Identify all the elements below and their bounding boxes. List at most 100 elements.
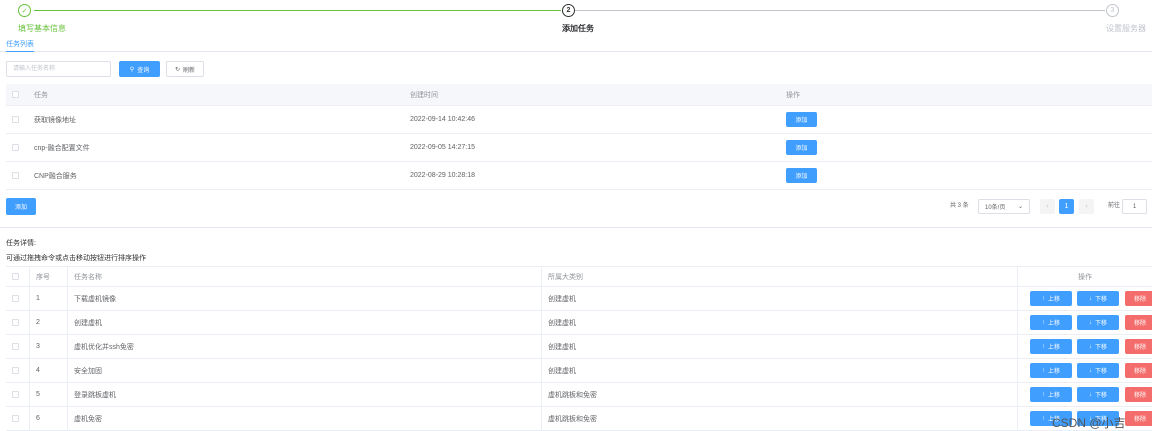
arrow-up-icon: ↑	[1041, 319, 1045, 326]
add-task-button[interactable]: 添加	[786, 112, 817, 127]
query-button[interactable]: ⚲ 查询	[119, 61, 160, 77]
move-down-button[interactable]: ↓ 下移	[1077, 363, 1119, 378]
move-down-label: 下移	[1094, 321, 1107, 327]
arrow-down-icon: ↓	[1088, 391, 1092, 398]
check-icon: ✓	[18, 4, 31, 17]
step-title: 添加任务	[562, 24, 594, 33]
row-checkbox[interactable]	[12, 295, 19, 302]
task-time: 2022-08-29 10:28:18	[410, 172, 475, 179]
row-checkbox[interactable]	[12, 415, 19, 422]
task-table: 任务 创建时间 操作 获取镜像地址 2022-09-14 10:42:46 添加…	[6, 84, 1152, 190]
task-time: 2022-09-05 14:27:15	[410, 144, 475, 151]
row-index: 4	[30, 359, 68, 382]
table-row: CNP融合服务 2022-08-29 10:28:18 添加	[6, 162, 1152, 190]
move-down-button[interactable]: ↓ 下移	[1077, 339, 1119, 354]
row-index: 2	[30, 311, 68, 334]
search-input[interactable]	[6, 61, 111, 77]
move-up-label: 上移	[1047, 297, 1060, 303]
row-checkbox[interactable]	[12, 144, 19, 151]
row-group: 虚机跳板和免密	[542, 383, 1018, 406]
task-name: cnp-融合配置文件	[34, 144, 90, 152]
row-group: 创建虚机	[542, 287, 1018, 310]
refresh-icon: ↻	[174, 66, 180, 73]
move-up-button[interactable]: ↑ 上移	[1030, 363, 1072, 378]
page-size-value: 10条/页	[985, 205, 1006, 211]
row-index: 3	[30, 335, 68, 358]
chevron-right-icon: ›	[1085, 203, 1088, 210]
header-name: 任务名称	[68, 267, 542, 286]
arrow-up-icon: ↑	[1041, 367, 1045, 374]
table-row[interactable]: 5 登录跳板虚机 虚机跳板和免密 ↑ 上移 ↓ 下移 移除	[6, 383, 1152, 407]
arrow-up-icon: ↑	[1041, 295, 1045, 302]
remove-button[interactable]: 移除	[1125, 291, 1152, 306]
refresh-button[interactable]: ↻ 刷新	[166, 61, 204, 77]
row-group: 创建虚机	[542, 311, 1018, 334]
table-row[interactable]: 2 创建虚机 创建虚机 ↑ 上移 ↓ 下移 移除	[6, 311, 1152, 335]
header-index: 序号	[30, 267, 68, 286]
arrow-down-icon: ↓	[1088, 367, 1092, 374]
move-down-label: 下移	[1094, 393, 1107, 399]
tab-task-list[interactable]: 任务列表	[6, 39, 34, 52]
move-down-label: 下移	[1094, 297, 1107, 303]
remove-button[interactable]: 移除	[1125, 363, 1152, 378]
row-checkbox[interactable]	[12, 319, 19, 326]
divider	[0, 227, 1152, 228]
move-up-button[interactable]: ↑ 上移	[1030, 387, 1072, 402]
add-task-button[interactable]: 添加	[786, 140, 817, 155]
move-up-label: 上移	[1047, 393, 1060, 399]
select-all-checkbox[interactable]	[12, 273, 19, 280]
search-icon: ⚲	[129, 66, 135, 73]
task-name: 获取镜像地址	[34, 116, 76, 124]
step-connector	[575, 10, 1105, 11]
row-checkbox[interactable]	[12, 391, 19, 398]
next-page-button[interactable]: ›	[1079, 199, 1094, 214]
remove-button[interactable]: 移除	[1125, 339, 1152, 354]
move-up-label: 上移	[1047, 321, 1060, 327]
move-up-button[interactable]: ↑ 上移	[1030, 339, 1072, 354]
chevron-down-icon: ⌄	[1017, 204, 1023, 210]
row-task-name: 虚机优化并ssh免密	[68, 335, 542, 358]
table-row[interactable]: 3 虚机优化并ssh免密 创建虚机 ↑ 上移 ↓ 下移 移除	[6, 335, 1152, 359]
arrow-down-icon: ↓	[1088, 319, 1092, 326]
remove-button[interactable]: 移除	[1125, 411, 1152, 426]
goto-page-input[interactable]: 1	[1122, 199, 1147, 214]
row-group: 虚机跳板和免密	[542, 407, 1018, 430]
move-down-button[interactable]: ↓ 下移	[1077, 291, 1119, 306]
table-row[interactable]: 1 下载虚机镜像 创建虚机 ↑ 上移 ↓ 下移 移除	[6, 287, 1152, 311]
header-created: 创建时间	[410, 91, 438, 99]
row-checkbox[interactable]	[12, 343, 19, 350]
move-down-label: 下移	[1094, 345, 1107, 351]
row-task-name: 安全加固	[68, 359, 542, 382]
row-task-name: 下载虚机镜像	[68, 287, 542, 310]
remove-button[interactable]: 移除	[1125, 315, 1152, 330]
add-task-button[interactable]: 添加	[786, 168, 817, 183]
chevron-left-icon: ‹	[1046, 203, 1049, 210]
page-number-button[interactable]: 1	[1059, 199, 1074, 214]
select-all-checkbox[interactable]	[12, 91, 19, 98]
details-table: 序号 任务名称 所属大类别 操作 1 下载虚机镜像 创建虚机 ↑ 上移 ↓ 下移 移…	[6, 266, 1152, 431]
row-checkbox[interactable]	[12, 367, 19, 374]
row-checkbox[interactable]	[12, 116, 19, 123]
step-connector	[34, 10, 561, 11]
table-row: cnp-融合配置文件 2022-09-05 14:27:15 添加	[6, 134, 1152, 162]
row-index: 6	[30, 407, 68, 430]
move-down-button[interactable]: ↓ 下移	[1077, 387, 1119, 402]
table-row[interactable]: 6 虚机免密 虚机跳板和免密 ↑ 上移 ↓ 下移 移除	[6, 407, 1152, 431]
move-up-button[interactable]: ↑ 上移	[1030, 291, 1072, 306]
row-checkbox[interactable]	[12, 172, 19, 179]
remove-button[interactable]: 移除	[1125, 387, 1152, 402]
task-time: 2022-09-14 10:42:46	[410, 116, 475, 123]
add-selected-button[interactable]: 添加	[6, 198, 36, 215]
row-index: 5	[30, 383, 68, 406]
arrow-down-icon: ↓	[1088, 343, 1092, 350]
prev-page-button[interactable]: ‹	[1040, 199, 1055, 214]
tabs: 任务列表	[0, 38, 1152, 52]
move-down-button[interactable]: ↓ 下移	[1077, 315, 1119, 330]
step-number-icon: 2	[562, 4, 575, 17]
page-size-select[interactable]: 10条/页 ⌄	[978, 199, 1030, 214]
move-up-button[interactable]: ↑ 上移	[1030, 315, 1072, 330]
arrow-up-icon: ↑	[1041, 415, 1045, 422]
task-name: CNP融合服务	[34, 172, 77, 180]
move-up-label: 上移	[1047, 369, 1060, 375]
table-row[interactable]: 4 安全加固 创建虚机 ↑ 上移 ↓ 下移 移除	[6, 359, 1152, 383]
